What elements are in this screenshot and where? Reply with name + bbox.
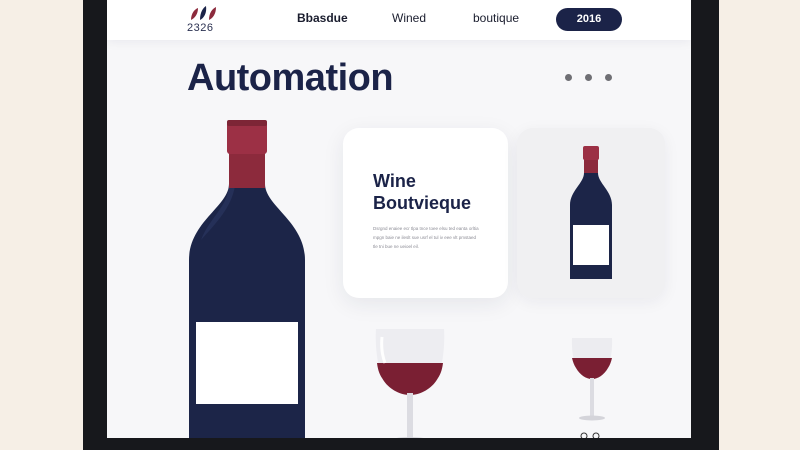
year-button[interactable]: 2016 xyxy=(556,8,622,31)
wine-glass-large-illustration xyxy=(375,329,445,438)
card-title-line1: Wine xyxy=(373,171,416,191)
small-bottle-illustration xyxy=(570,146,612,279)
nav-item-bbasdue[interactable]: Bbasdue xyxy=(297,11,348,25)
wine-bottle-illustration xyxy=(189,120,305,438)
info-card[interactable]: Wine Boutvieque Dsrgnd enaiee ecr tlpa t… xyxy=(343,128,508,298)
dot-icon xyxy=(585,74,592,81)
dot-icon xyxy=(565,74,572,81)
brand-logo[interactable]: 2326 xyxy=(187,5,217,35)
logo-leaf-icon xyxy=(191,6,216,20)
card-title: Wine Boutvieque xyxy=(373,170,471,214)
app-screen: 2326 Bbasdue Wined boutique 2016 Automat… xyxy=(107,0,691,438)
bottle-card[interactable] xyxy=(517,128,665,298)
dot-icon xyxy=(605,74,612,81)
more-options-icon[interactable] xyxy=(565,74,615,84)
top-navbar: 2326 Bbasdue Wined boutique 2016 xyxy=(107,0,691,40)
logo-text: 2326 xyxy=(187,22,214,34)
nav-item-wined[interactable]: Wined xyxy=(392,11,426,25)
card-title-line2: Boutvieque xyxy=(373,193,472,213)
nav-item-boutique[interactable]: boutique xyxy=(473,11,519,25)
page-title: Automation xyxy=(187,57,394,99)
wine-glass-small-illustration xyxy=(571,338,613,421)
card-description: Dsrgnd enaiee ecr tlpa tnce toee elsu te… xyxy=(373,226,479,249)
scroll-indicator-icon xyxy=(580,432,600,438)
